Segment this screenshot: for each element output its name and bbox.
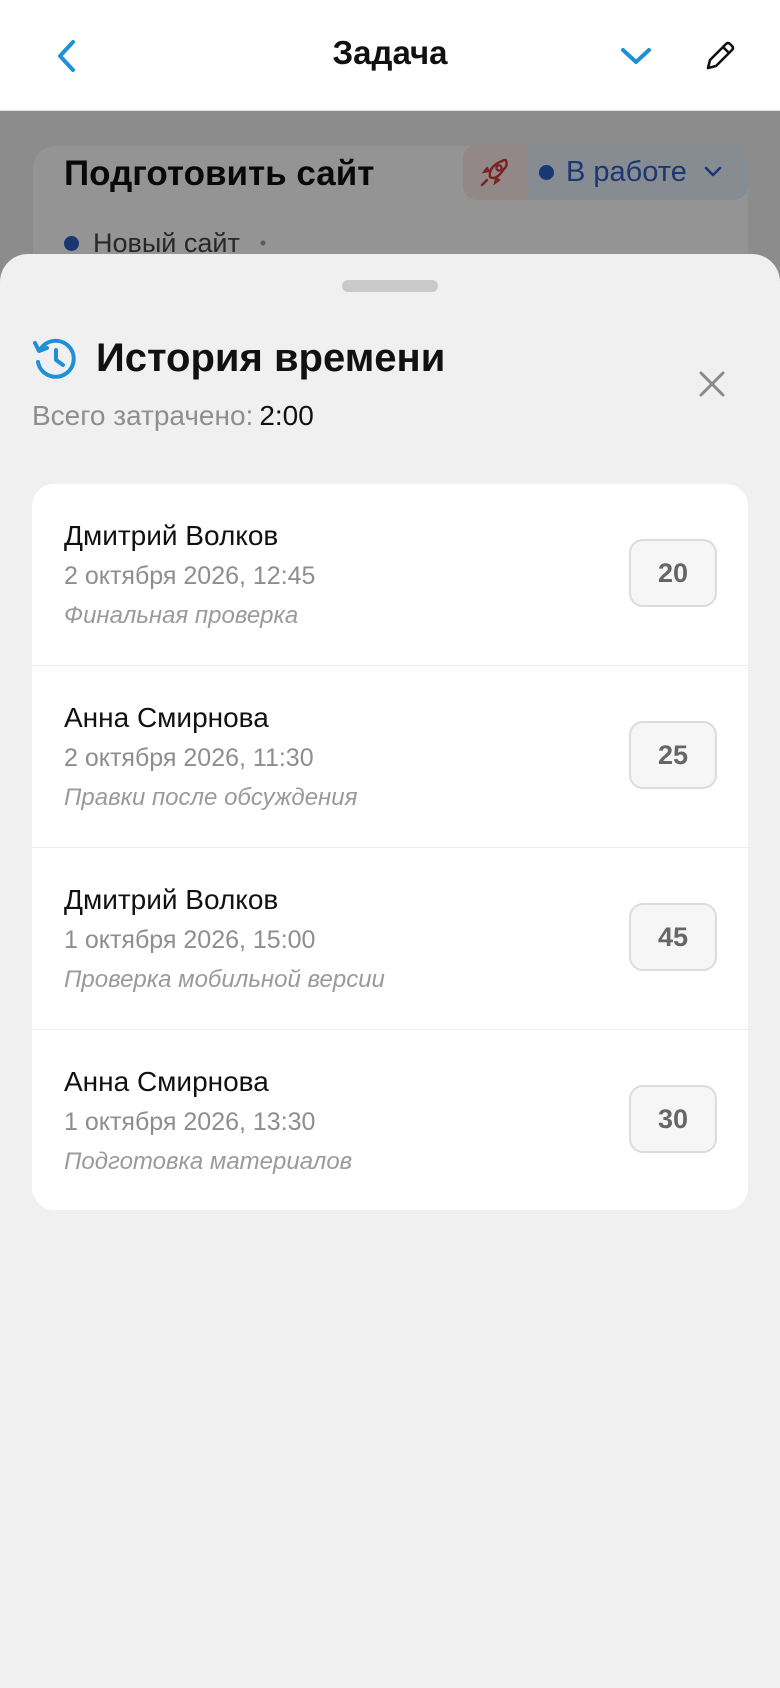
time-entries-list: Дмитрий Волков 2 октября 2026, 12:45 Фин… <box>32 484 748 1210</box>
total-time-value: 2:00 <box>259 400 314 431</box>
entry-date: 2 октября 2026, 11:30 <box>64 744 314 772</box>
sheet-grabber[interactable] <box>342 280 438 292</box>
chevron-down-icon <box>621 48 651 64</box>
entry-date: 1 октября 2026, 13:30 <box>64 1108 316 1136</box>
sheet-title: История времени <box>96 336 446 380</box>
entry-minutes-badge: 45 <box>629 903 717 971</box>
page-title: Задача <box>332 34 448 71</box>
close-icon <box>699 371 725 397</box>
collapse-button[interactable] <box>612 32 660 80</box>
close-button[interactable] <box>692 364 732 404</box>
edit-button[interactable] <box>696 30 744 82</box>
total-time-label: Всего затрачено: <box>32 400 254 431</box>
entry-comment: Правки после обсуждения <box>64 784 358 811</box>
history-clock-icon <box>33 338 76 379</box>
entry-user-name: Дмитрий Волков <box>64 520 279 551</box>
time-history-sheet: История времени Всего затрачено: 2:00 Дми… <box>0 254 780 1688</box>
time-entry[interactable]: Дмитрий Волков 1 октября 2026, 15:00 Про… <box>32 848 748 1030</box>
time-entry[interactable]: Анна Смирнова 2 октября 2026, 11:30 Прав… <box>32 666 748 848</box>
entry-user-name: Анна Смирнова <box>64 1066 269 1097</box>
pencil-icon <box>706 41 735 70</box>
time-entry[interactable]: Анна Смирнова 1 октября 2026, 13:30 Подг… <box>32 1030 748 1210</box>
entry-comment: Проверка мобильной версии <box>64 966 385 993</box>
time-entry[interactable]: Дмитрий Волков 2 октября 2026, 12:45 Фин… <box>32 484 748 666</box>
entry-user-name: Анна Смирнова <box>64 702 269 733</box>
entry-minutes-badge: 25 <box>629 721 717 789</box>
entry-comment: Подготовка материалов <box>64 1148 353 1175</box>
entry-user-name: Дмитрий Волков <box>64 884 279 915</box>
entry-minutes-badge: 30 <box>629 1085 717 1153</box>
entry-minutes-badge: 20 <box>629 539 717 607</box>
top-nav-bar: Задача <box>0 0 780 111</box>
total-time-line: Всего затрачено: 2:00 <box>32 400 314 432</box>
screen: Задача Подготовить сайт В работе Новый с… <box>0 0 780 1688</box>
entry-comment: Финальная проверка <box>64 602 299 629</box>
entry-date: 2 октября 2026, 12:45 <box>64 562 316 590</box>
entry-date: 1 октября 2026, 15:00 <box>64 926 316 954</box>
